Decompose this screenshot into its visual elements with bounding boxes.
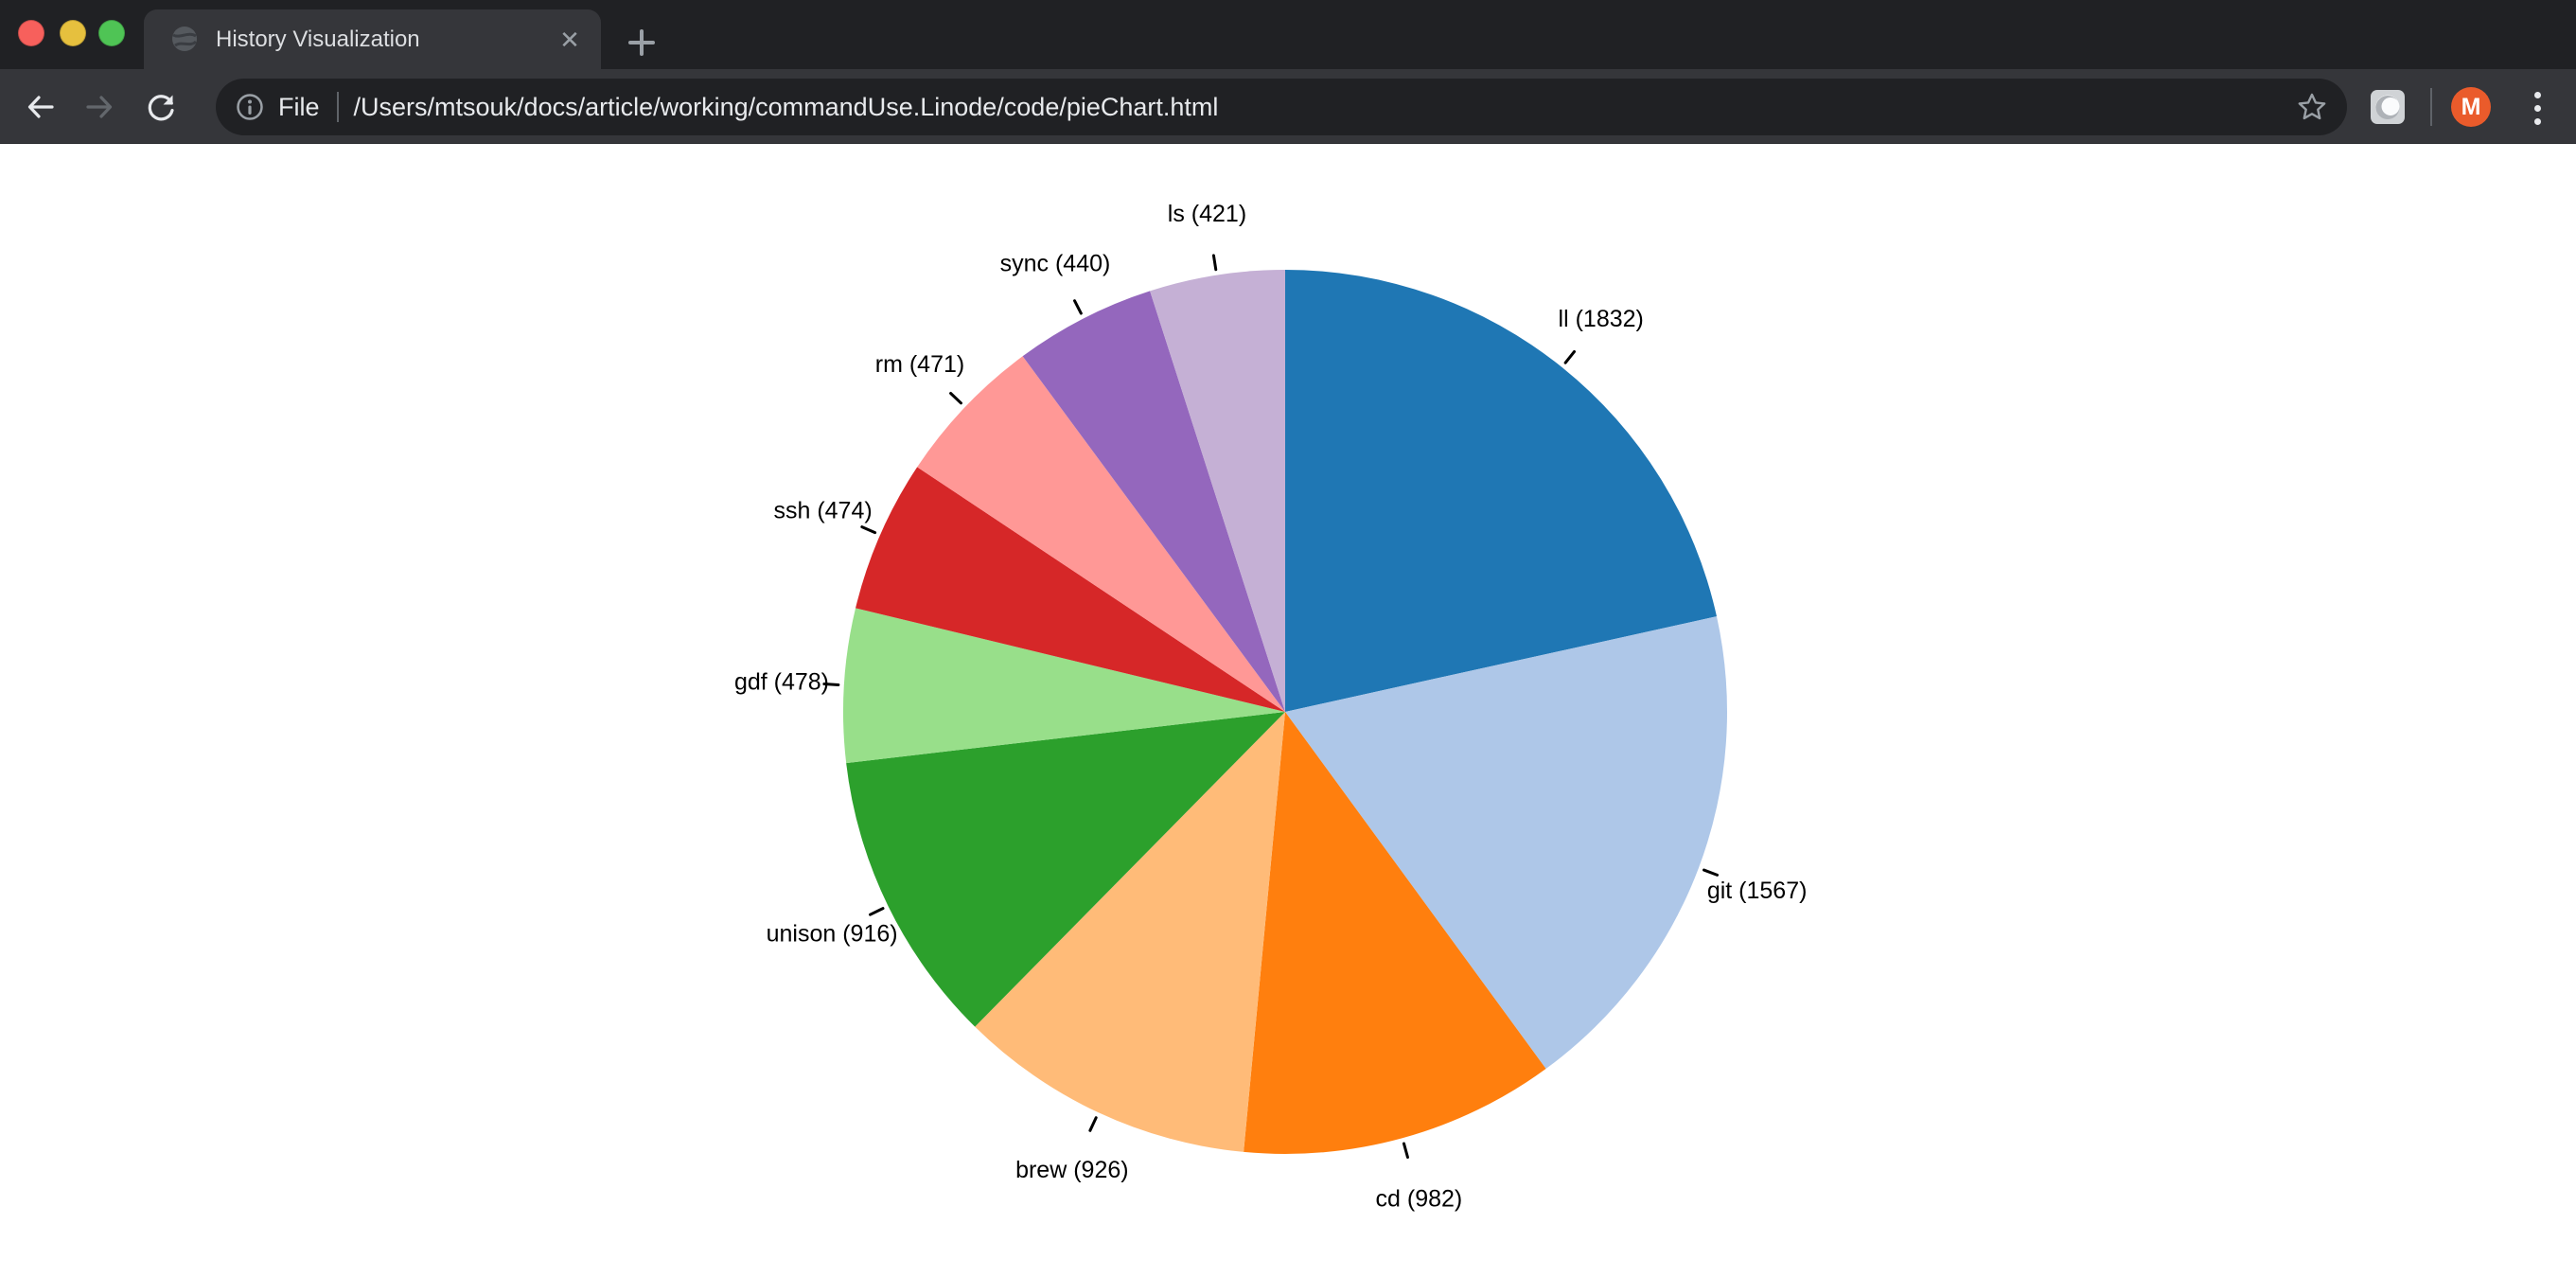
info-icon[interactable]: [235, 92, 265, 122]
pie-tick-ls: [1213, 256, 1215, 270]
pie-label-sync: sync (440): [1000, 250, 1111, 276]
tab-close-icon[interactable]: ✕: [556, 26, 584, 54]
pie-label-git: git (1567): [1707, 878, 1808, 904]
url-separator: [337, 92, 339, 122]
toolbar-separator: [2430, 88, 2432, 126]
window-minimize-button[interactable]: [60, 20, 86, 46]
pie-label-unison: unison (916): [767, 921, 898, 948]
browser-chrome: History Visualization ✕ File /Users/mtso: [0, 0, 2576, 144]
tab-title: History Visualization: [216, 9, 420, 69]
pie-label-brew: brew (926): [1015, 1157, 1129, 1183]
page-content: ll (1832) git (1567) cd (982) brew (926) uni…: [0, 144, 2576, 1277]
window-zoom-button[interactable]: [98, 20, 125, 46]
menu-icon[interactable]: [2521, 90, 2555, 124]
window-close-button[interactable]: [18, 20, 44, 46]
pie-tick-cd: [1403, 1144, 1407, 1157]
file-scheme-label: File: [278, 93, 320, 122]
pie-tick-git: [1704, 870, 1718, 875]
back-icon[interactable]: [23, 90, 57, 124]
pie-tick-sync: [1075, 301, 1082, 313]
pie-label-cd: cd (982): [1376, 1186, 1463, 1213]
pie-tick-unison: [871, 909, 883, 915]
tab-strip: History Visualization ✕: [0, 0, 2576, 69]
tab-history-visualization[interactable]: History Visualization ✕: [144, 9, 601, 69]
forward-icon[interactable]: [83, 90, 117, 124]
pie-chart: ll (1832) git (1567) cd (982) brew (926) uni…: [0, 144, 2576, 1277]
profile-avatar[interactable]: M: [2451, 87, 2491, 127]
globe-icon: [170, 25, 199, 53]
pie-label-rm: rm (471): [875, 351, 964, 378]
pie-tick-brew: [1090, 1118, 1096, 1131]
pie-label-gdf: gdf (478): [734, 669, 829, 696]
pie-tick-ssh: [862, 527, 875, 533]
pie-label-ssh: ssh (474): [773, 497, 872, 523]
extension-icon[interactable]: [2371, 90, 2405, 124]
reload-icon[interactable]: [144, 90, 178, 124]
new-tab-icon[interactable]: [625, 26, 659, 60]
bookmark-star-icon[interactable]: [2296, 91, 2328, 123]
url-text[interactable]: /Users/mtsouk/docs/article/working/comma…: [354, 93, 1219, 122]
pie-label-ll: ll (1832): [1559, 306, 1644, 332]
pie-label-ls: ls (421): [1168, 201, 1246, 227]
browser-toolbar: File /Users/mtsouk/docs/article/working/…: [0, 69, 2576, 144]
url-bar[interactable]: File /Users/mtsouk/docs/article/working/…: [216, 79, 2347, 135]
pie-tick-rm: [951, 393, 962, 402]
pie-tick-ll: [1565, 351, 1574, 363]
